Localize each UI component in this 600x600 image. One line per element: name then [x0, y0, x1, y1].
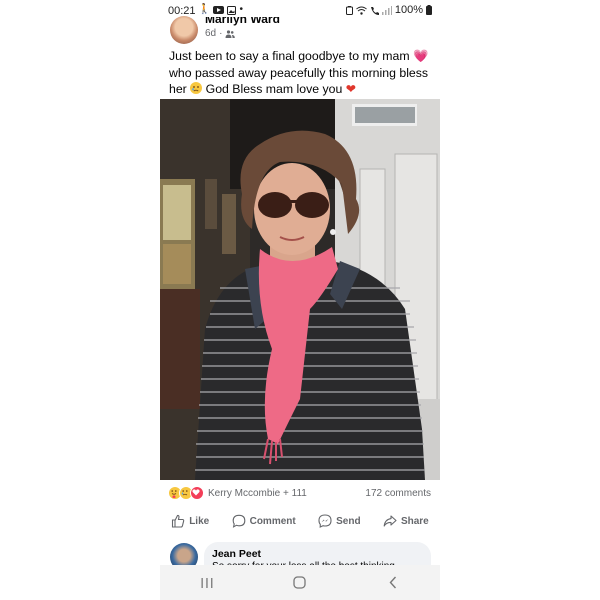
status-bar: 00:21 🚶 • 100% [160, 0, 440, 22]
share-icon [383, 515, 397, 527]
post-actions: Like Comment Send Share [160, 508, 440, 534]
gallery-icon [227, 5, 237, 15]
share-button[interactable]: Share [383, 514, 429, 528]
recent-apps-button[interactable] [187, 568, 227, 598]
pink-heart-icon: 💗 [413, 49, 429, 63]
photo-image [160, 99, 440, 480]
sad-face-icon [190, 82, 203, 94]
post-meta: 6d · [205, 28, 236, 39]
wifi-icon [356, 6, 367, 15]
comment-button[interactable]: Comment [232, 514, 296, 528]
author-avatar[interactable] [170, 16, 198, 44]
love-reaction-icon [190, 486, 204, 500]
like-button[interactable]: Like [171, 514, 209, 528]
call-icon [370, 6, 379, 15]
signal-icon [381, 5, 392, 15]
comments-count[interactable]: 172 comments [365, 488, 431, 499]
send-button[interactable]: Send [318, 514, 361, 528]
reactors-text: Kerry Mccombie + 111 [208, 487, 307, 499]
post-text: Just been to say a final goodbye to my m… [169, 49, 429, 96]
dot-icon: • [239, 4, 243, 15]
comment-icon [232, 514, 245, 528]
battery-percent: 100% [394, 4, 423, 16]
home-button[interactable] [280, 568, 320, 598]
red-heart-icon: ❤ [345, 82, 357, 96]
android-nav-bar [160, 565, 440, 600]
recent-apps-icon [201, 577, 213, 588]
reaction-summary[interactable]: Kerry Mccombie + 111 [168, 485, 307, 501]
youtube-icon [213, 6, 225, 14]
back-chevron-icon [389, 576, 397, 589]
post-age[interactable]: 6d [205, 28, 216, 39]
messenger-icon [318, 514, 332, 528]
battery-icon [426, 5, 432, 15]
walking-icon: 🚶 [198, 4, 211, 15]
post-photo[interactable] [160, 99, 440, 480]
friends-icon [225, 29, 236, 38]
facebook-post-screen: 00:21 🚶 • 100% Marilyn Ward 6d · Just be… [160, 0, 440, 600]
commenter-name[interactable]: Jean Peet [212, 548, 261, 560]
thumbs-up-icon [172, 514, 185, 528]
home-icon [293, 576, 307, 589]
alarm-icon [345, 5, 353, 15]
back-button[interactable] [373, 568, 413, 598]
